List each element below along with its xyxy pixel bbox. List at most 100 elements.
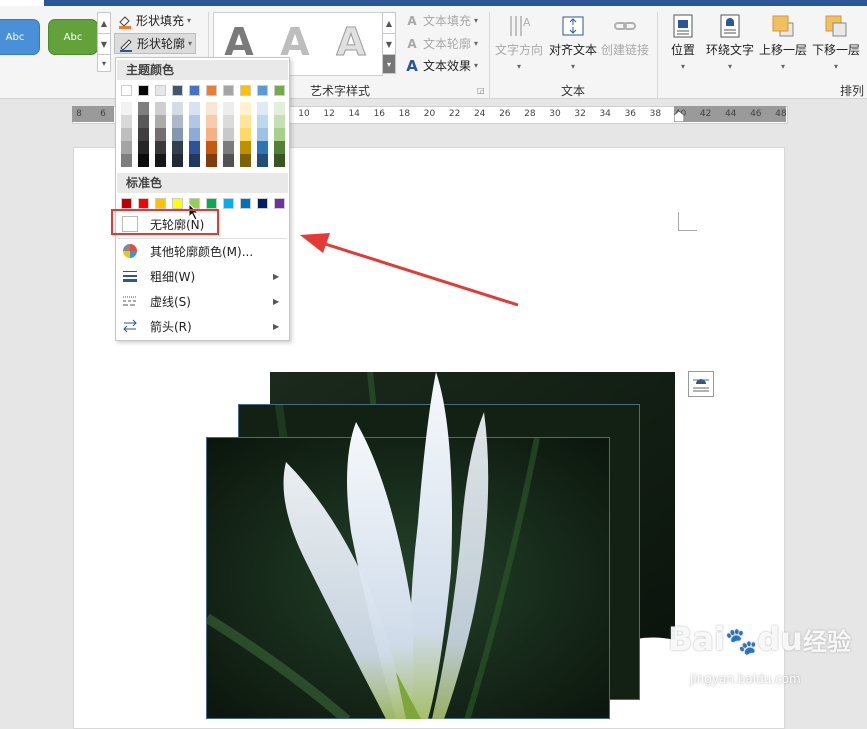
standard-color-swatch[interactable]	[240, 198, 251, 209]
standard-color-swatch[interactable]	[223, 198, 234, 209]
theme-shade-swatch[interactable]	[172, 141, 183, 154]
theme-shade-swatch[interactable]	[172, 128, 183, 141]
text-fill-button[interactable]: A 文本填充 ▾	[404, 12, 478, 29]
theme-shade-swatch[interactable]	[155, 128, 166, 141]
theme-shade-swatch[interactable]	[274, 102, 285, 115]
theme-shade-swatch[interactable]	[223, 128, 234, 141]
wordart-more[interactable]: ▾	[382, 54, 396, 74]
shape-style-green-button[interactable]: Abc	[48, 19, 98, 55]
standard-color-swatch[interactable]	[138, 198, 149, 209]
theme-shade-swatch[interactable]	[121, 141, 132, 154]
theme-shade-swatch[interactable]	[138, 141, 149, 154]
dashes-item[interactable]: 虚线(S) ▶	[117, 289, 288, 313]
theme-color-swatch[interactable]	[240, 85, 251, 96]
layout-options-icon[interactable]	[688, 371, 714, 397]
gallery-more[interactable]: ▾	[97, 54, 111, 72]
shape-fill-button[interactable]: 形状填充 ▾	[117, 12, 191, 29]
theme-shade-swatch[interactable]	[257, 115, 268, 128]
theme-shade-swatch[interactable]	[189, 154, 200, 167]
theme-shade-swatch[interactable]	[172, 115, 183, 128]
theme-shade-swatch[interactable]	[274, 154, 285, 167]
text-outline-button[interactable]: A 文本轮廓 ▾	[404, 35, 478, 52]
theme-shade-swatch[interactable]	[155, 154, 166, 167]
theme-color-swatch[interactable]	[121, 85, 132, 96]
theme-shade-swatch[interactable]	[172, 154, 183, 167]
theme-shade-swatch[interactable]	[257, 102, 268, 115]
theme-shade-swatch[interactable]	[121, 102, 132, 115]
theme-color-swatch[interactable]	[257, 85, 268, 96]
theme-shade-swatch[interactable]	[240, 154, 251, 167]
wordart-style-3[interactable]: A	[326, 14, 376, 70]
theme-shade-swatch[interactable]	[223, 102, 234, 115]
arrows-item[interactable]: 箭头(R) ▶	[117, 314, 288, 338]
theme-color-swatch[interactable]	[274, 85, 285, 96]
weight-item[interactable]: 粗细(W) ▶	[117, 264, 288, 288]
gallery-scroll-down[interactable]: ▼	[97, 33, 111, 55]
wrap-text-button[interactable]: 环绕文字 ▾	[706, 14, 754, 72]
theme-shade-swatch[interactable]	[257, 128, 268, 141]
ruler-indent-marker[interactable]	[673, 110, 685, 123]
standard-color-swatch[interactable]	[155, 198, 166, 209]
theme-color-swatch[interactable]	[138, 85, 149, 96]
theme-shade-swatch[interactable]	[138, 154, 149, 167]
shape-outline-button[interactable]: 形状轮廓 ▾	[114, 33, 197, 54]
theme-shade-swatch[interactable]	[189, 102, 200, 115]
theme-shade-swatch[interactable]	[138, 102, 149, 115]
theme-shade-swatch[interactable]	[121, 128, 132, 141]
theme-shade-swatch[interactable]	[138, 128, 149, 141]
create-link-button[interactable]: 创建链接	[601, 14, 649, 58]
theme-shade-swatch[interactable]	[240, 102, 251, 115]
theme-shade-swatch[interactable]	[206, 115, 217, 128]
ruler-tick: 10	[298, 109, 310, 119]
theme-shade-swatch[interactable]	[206, 141, 217, 154]
shape-style-blue-button[interactable]: Abc	[0, 19, 40, 55]
text-direction-button[interactable]: A 文字方向 ▾	[495, 14, 543, 72]
theme-shade-swatch[interactable]	[223, 115, 234, 128]
wordart-scroll-up[interactable]: ▲	[382, 12, 396, 34]
ruler-tick: 8	[76, 109, 82, 119]
theme-shade-swatch[interactable]	[223, 154, 234, 167]
theme-shade-swatch[interactable]	[240, 128, 251, 141]
standard-color-swatch[interactable]	[274, 198, 285, 209]
bring-forward-button[interactable]: 上移一层 ▾	[759, 14, 807, 72]
theme-shade-swatch[interactable]	[189, 141, 200, 154]
standard-color-swatch[interactable]	[121, 198, 132, 209]
align-text-button[interactable]: 对齐文本 ▾	[549, 14, 597, 72]
theme-shade-swatch[interactable]	[223, 141, 234, 154]
theme-shade-swatch[interactable]	[155, 141, 166, 154]
theme-shade-swatch[interactable]	[274, 128, 285, 141]
theme-shade-swatch[interactable]	[121, 115, 132, 128]
theme-color-swatch[interactable]	[189, 85, 200, 96]
theme-shade-swatch[interactable]	[257, 154, 268, 167]
theme-shade-swatch[interactable]	[121, 154, 132, 167]
theme-shade-swatch[interactable]	[155, 115, 166, 128]
more-outline-colors-item[interactable]: 其他轮廓颜色(M)...	[117, 239, 288, 263]
theme-shade-swatch[interactable]	[206, 128, 217, 141]
theme-shade-swatch[interactable]	[274, 115, 285, 128]
theme-color-swatch[interactable]	[223, 85, 234, 96]
theme-shade-swatch[interactable]	[206, 102, 217, 115]
theme-color-swatch[interactable]	[172, 85, 183, 96]
standard-color-swatch[interactable]	[172, 198, 183, 209]
theme-color-swatch[interactable]	[155, 85, 166, 96]
theme-shade-swatch[interactable]	[257, 141, 268, 154]
theme-shade-swatch[interactable]	[138, 115, 149, 128]
wordart-scroll-down[interactable]: ▼	[382, 33, 396, 55]
theme-shade-swatch[interactable]	[189, 128, 200, 141]
dialog-launcher-icon[interactable]: ◲	[477, 86, 485, 95]
standard-color-swatch[interactable]	[257, 198, 268, 209]
theme-shade-swatch[interactable]	[172, 102, 183, 115]
text-effect-button[interactable]: A 文本效果 ▾	[404, 57, 478, 75]
standard-color-swatch[interactable]	[206, 198, 217, 209]
theme-shade-swatch[interactable]	[206, 154, 217, 167]
position-button[interactable]: 位置 ▾	[671, 14, 695, 72]
theme-shade-swatch[interactable]	[274, 141, 285, 154]
theme-shade-swatch[interactable]	[189, 115, 200, 128]
theme-shade-swatch[interactable]	[240, 141, 251, 154]
shape-style-label: Abc	[5, 31, 25, 43]
theme-shade-swatch[interactable]	[155, 102, 166, 115]
theme-shade-swatch[interactable]	[240, 115, 251, 128]
gallery-scroll-up[interactable]: ▲	[97, 12, 111, 34]
theme-color-swatch[interactable]	[206, 85, 217, 96]
send-backward-button[interactable]: 下移一层 ▾	[812, 14, 860, 72]
